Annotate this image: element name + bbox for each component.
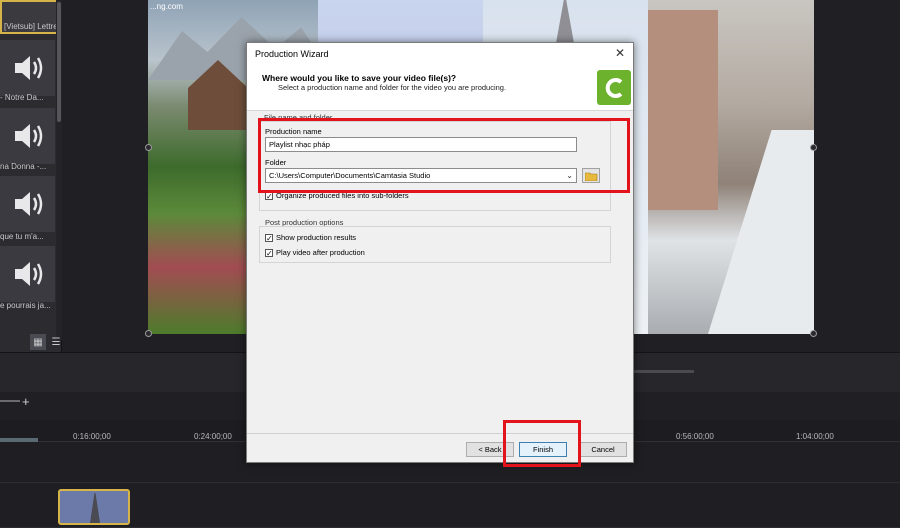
camtasia-window: [Vietsub] Lettre à ... - Notre Da... na … xyxy=(0,0,900,528)
dialog-titlebar[interactable]: Production Wizard ✕ xyxy=(247,43,633,65)
list-view-icon[interactable]: ☰ xyxy=(48,334,64,350)
zoom-slider[interactable] xyxy=(0,400,20,402)
media-bin-item-label: - Notre Da... xyxy=(0,93,44,102)
media-bin-scrollbar[interactable] xyxy=(56,0,62,340)
play-video-checkbox[interactable]: ✓ xyxy=(265,248,273,257)
audio-file-icon xyxy=(0,108,55,164)
highlight-box-finish xyxy=(503,420,581,467)
resize-handle[interactable] xyxy=(145,330,152,337)
resize-handle[interactable] xyxy=(810,144,817,151)
dialog-heading: Where would you like to save your video … xyxy=(262,73,457,83)
play-video-option[interactable]: ✓ Play video after production xyxy=(265,248,365,257)
audio-file-icon xyxy=(0,40,55,96)
dialog-header: Where would you like to save your video … xyxy=(247,65,633,111)
media-bin-item-label: na Donna -... xyxy=(0,162,47,171)
watermark-text: ...ng.com xyxy=(150,2,183,11)
photo-snowy-street xyxy=(648,0,814,334)
post-production-groupbox xyxy=(259,226,611,263)
view-toggles: ▦ ☰ xyxy=(30,334,64,350)
media-bin-item-label: e pourrais ja... xyxy=(0,301,51,310)
media-bin-item-label: [Vietsub] Lettre à ... xyxy=(0,0,58,34)
cancel-button[interactable]: Cancel xyxy=(579,442,627,457)
timeline-clip[interactable] xyxy=(58,489,130,525)
grid-view-icon[interactable]: ▦ xyxy=(30,334,46,350)
media-bin: [Vietsub] Lettre à ... - Notre Da... na … xyxy=(0,0,62,352)
ruler-tick-label: 1:04:00;00 xyxy=(796,432,834,441)
ruler-tick-label: 0:56:00;00 xyxy=(676,432,714,441)
media-bin-item-label: que tu m'a... xyxy=(0,232,44,241)
show-results-label: Show production results xyxy=(276,233,357,242)
dialog-title: Production Wizard xyxy=(255,49,329,59)
show-results-option[interactable]: ✓ Show production results xyxy=(265,233,356,242)
zoom-in-icon[interactable]: + xyxy=(22,394,30,409)
resize-handle[interactable] xyxy=(810,330,817,337)
audio-file-icon xyxy=(0,176,55,232)
resize-handle[interactable] xyxy=(145,144,152,151)
ruler-tick-label: 0:16:00;00 xyxy=(73,432,111,441)
highlight-box-name-folder xyxy=(258,118,630,193)
audio-file-icon xyxy=(0,246,55,302)
production-wizard-dialog: Production Wizard ✕ Where would you like… xyxy=(246,42,634,463)
playhead[interactable] xyxy=(0,438,38,442)
timeline-track[interactable] xyxy=(0,484,900,528)
dialog-subheading: Select a production name and folder for … xyxy=(278,83,507,92)
show-results-checkbox[interactable]: ✓ xyxy=(265,233,273,242)
timeline-scrollbar[interactable] xyxy=(634,370,694,373)
play-video-label: Play video after production xyxy=(276,248,365,257)
close-icon[interactable]: ✕ xyxy=(613,46,627,60)
ruler-tick-label: 0:24:00;00 xyxy=(194,432,232,441)
camtasia-logo-icon xyxy=(597,70,631,105)
